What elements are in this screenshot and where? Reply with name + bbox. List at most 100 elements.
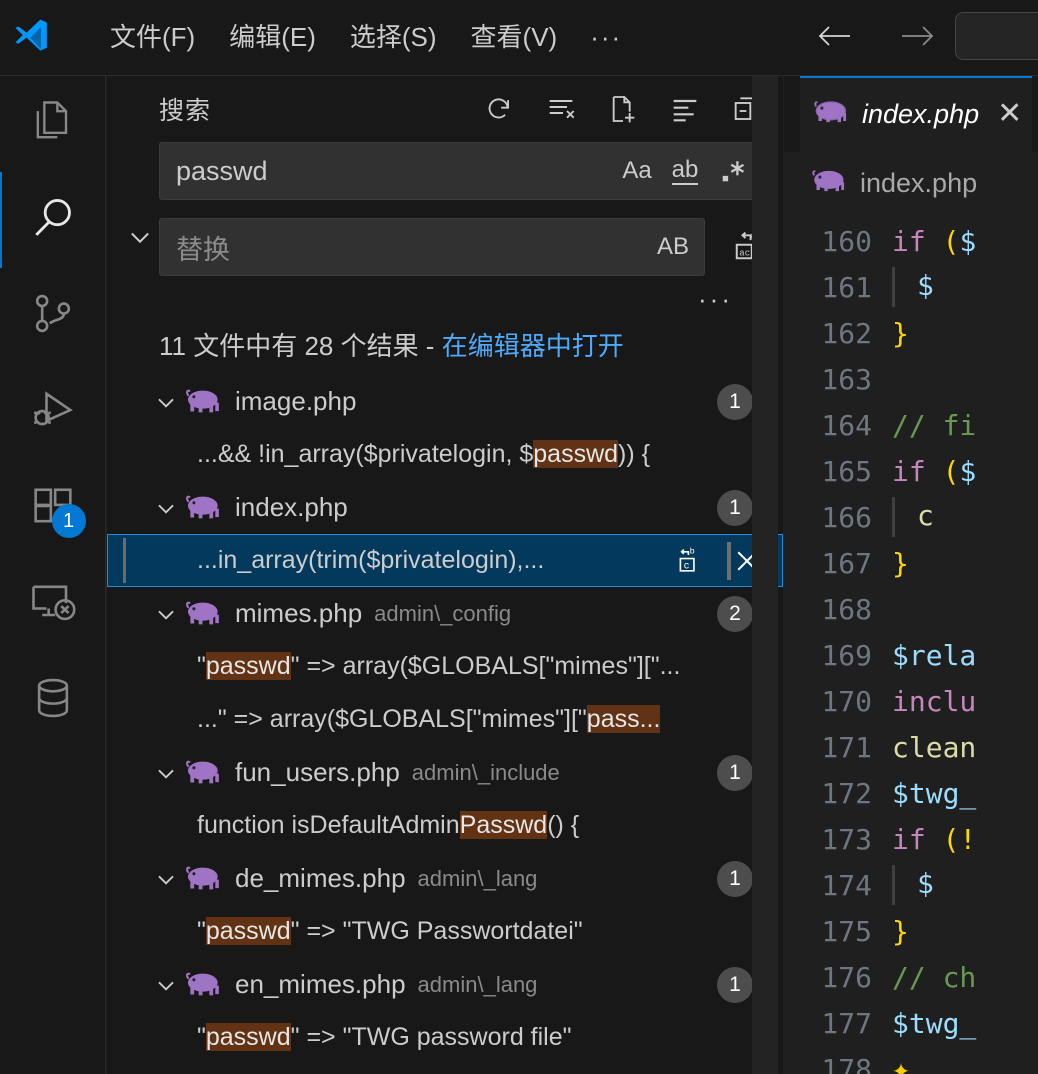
activity-item-remote-explorer[interactable] [0,556,106,652]
menu-selection[interactable]: 选择(S) [333,17,454,59]
php-icon [185,491,223,525]
chevron-down-icon[interactable] [123,220,157,254]
search-options: Aa ab [616,150,754,192]
line-number: 174 [821,868,872,902]
go-back-icon[interactable] [812,14,856,58]
line-number: 172 [821,776,872,810]
search-match-context: )) { [618,440,650,469]
chevron-down-icon[interactable] [147,601,185,627]
search-result-match-count: 1 [717,860,753,897]
close-icon[interactable]: ✕ [997,99,1022,129]
files-icon [27,96,79,153]
title-bar: 文件(F) 编辑(E) 选择(S) 查看(V) ··· [0,0,1038,76]
search-result-file-row[interactable]: de_mimes.php admin\_lang 1 [107,852,783,905]
chevron-down-icon[interactable] [147,495,185,521]
toggle-search-details-button[interactable]: ··· [690,284,741,314]
code-line-text: } [892,317,909,350]
chevron-down-icon[interactable] [147,760,185,786]
go-forward-icon[interactable] [896,14,940,58]
indent-guide [892,497,895,537]
code-line: 163 [784,356,1038,402]
database-icon [27,672,79,729]
sidebar-actions [481,91,765,127]
search-result-file-row[interactable]: index.php 1 [107,481,783,534]
code-line: 166 c [784,494,1038,540]
search-match-context: " [197,917,206,946]
menu-file[interactable]: 文件(F) [93,17,212,59]
search-result-match-row[interactable]: ...&& !in_array($privatelogin, $passwd))… [107,428,783,481]
indent-guide [892,865,895,905]
new-file-icon[interactable] [605,91,641,127]
search-result-match-row[interactable]: "passwd" => "TWG Passwortdatei" [107,905,783,958]
activity-item-source-control[interactable] [0,268,106,364]
indent-guide [892,267,895,307]
search-result-match-row[interactable]: ..." => array($GLOBALS["mimes"]["pass... [107,693,783,746]
open-in-editor-link[interactable]: 在编辑器中打开 [442,331,624,361]
php-icon [812,166,848,201]
search-result-file-name: index.php [235,492,348,523]
chevron-down-icon[interactable] [147,972,185,998]
list-icon[interactable] [667,91,703,127]
activity-item-search[interactable] [0,172,106,268]
code-editor-content[interactable]: 160 if ($ 161 $162} 163 164// fi 165 if ($ 166 c 1… [784,214,1038,1074]
search-result-match-text: ...in_array(trim($privatelogin),... [197,546,544,575]
search-result-match-text: ...&& !in_array($privatelogin, $passwd))… [197,440,650,469]
code-line: 178 ✦ [784,1046,1038,1074]
search-result-match-row[interactable]: "passwd" => "TWG password file" [107,1011,783,1064]
match-whole-word-toggle[interactable]: ab [664,150,706,192]
search-result-file-name: mimes.php [235,598,363,629]
code-line-text: clean [892,731,976,764]
activity-item-database[interactable] [0,652,106,748]
code-line-text: } [892,915,909,948]
chevron-down-icon[interactable] [147,866,185,892]
match-case-toggle[interactable]: Aa [616,150,658,192]
sidebar-scrollbar[interactable] [752,76,778,1074]
search-result-file-row[interactable]: fun_users.php admin\_include 1 [107,746,783,799]
menu-edit[interactable]: 编辑(E) [212,17,333,59]
replace-input[interactable]: 替换 AB [159,218,705,276]
search-match-highlight: passwd [205,917,291,946]
search-result-file-row[interactable]: en_mimes.php admin\_lang 1 [107,958,783,1011]
search-match-highlight: passwd [533,440,619,469]
search-match-context: ...in_array(trim($privatelogin),... [197,546,545,575]
replace-row: 替换 AB ab ac [159,218,765,276]
search-result-file-row[interactable]: mimes.php admin\_config 2 [107,587,783,640]
line-number: 176 [821,960,872,994]
code-token: if [892,822,926,856]
search-result-file-row[interactable]: image.php 1 [107,375,783,428]
code-line: 160 if ($ [784,218,1038,264]
use-regex-toggle[interactable] [712,150,754,192]
menu-bar: 文件(F) 编辑(E) 选择(S) 查看(V) ··· [93,17,638,59]
search-result-match-row-selected[interactable]: ...in_array(trim($privatelogin),... b c [107,534,783,588]
activity-item-run-and-debug[interactable] [0,364,106,460]
command-center[interactable] [955,12,1038,60]
clear-all-icon[interactable] [543,91,579,127]
search-match-context: " => array($GLOBALS["mimes"]["... [290,652,681,681]
code-token: $ [917,269,934,302]
refresh-icon[interactable] [481,91,517,127]
search-result-match-row[interactable]: "passwd" => array($GLOBALS["mimes"]["... [107,640,783,693]
code-line: 169 $rela [784,632,1038,678]
search-result-match-text: "passwd" => "TWG Passwortdatei" [197,917,583,946]
search-results-tree[interactable]: image.php 1 ...&& !in_array($privatelogin,… [107,375,783,1064]
activity-item-explorer[interactable] [0,76,106,172]
search-match-context: ..." => array($GLOBALS["mimes"][" [197,705,587,734]
search-result-match-row[interactable]: function isDefaultAdminPasswd() { [107,799,783,852]
search-result-match-count: 1 [717,754,753,791]
replace-icon[interactable]: bc [671,543,707,579]
search-icon [27,192,79,249]
editor-tab-index-php[interactable]: index.php ✕ [800,76,1033,152]
code-token: if [892,454,926,488]
source-control-icon [27,288,79,345]
breadcrumb-item-file[interactable]: index.php [860,168,977,199]
preserve-case-toggle[interactable]: AB [652,226,694,268]
svg-text:b: b [690,546,695,556]
menu-view[interactable]: 查看(V) [454,17,575,59]
search-result-file-path: admin\_config [374,600,512,626]
code-token: ( [942,454,960,488]
menu-overflow-button[interactable]: ··· [574,20,638,55]
chevron-down-icon[interactable] [147,389,185,415]
activity-item-extensions[interactable]: 1 [0,460,106,556]
search-input[interactable]: passwd Aa ab [159,142,765,200]
